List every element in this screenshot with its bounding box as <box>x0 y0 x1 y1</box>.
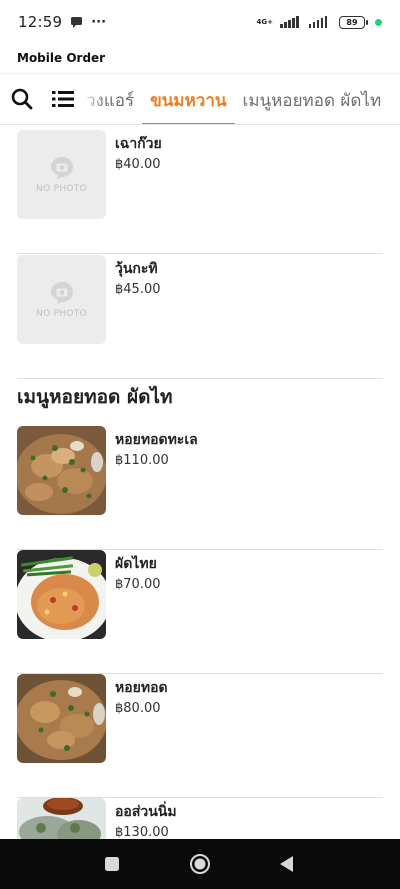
triangle-back-icon[interactable] <box>276 853 298 875</box>
item-name: ออส่วนนิ่ม <box>115 804 177 820</box>
item-price: ฿130.00 <box>115 825 169 839</box>
item-name: หอยทอด <box>115 680 168 696</box>
item-price: ฿80.00 <box>115 701 161 716</box>
circle-icon[interactable] <box>189 853 211 875</box>
battery-icon: 89 <box>339 15 368 29</box>
section-heading: เมนูหอยทอด ผัดไท <box>17 386 173 408</box>
network-type: 4G+ <box>256 17 273 26</box>
battery-level: 89 <box>346 17 358 27</box>
notification-dot <box>375 18 382 26</box>
food-photo <box>17 798 106 839</box>
signal-icon-2 <box>308 16 327 28</box>
system-nav-bar <box>0 839 400 889</box>
chat-bubble-icon <box>71 16 83 28</box>
food-photo <box>17 426 106 515</box>
category-tabs: วงแอร์ ขนมหวาน เมนูหอยทอด ผัดไท <box>78 74 390 124</box>
no-photo-placeholder: NO PHOTO <box>17 130 106 219</box>
camera-icon <box>50 156 73 179</box>
menu-item-card[interactable]: หอยทอดทะเล ฿110.00 <box>17 426 383 550</box>
menu-list[interactable]: NO PHOTO เฉาก๊วย ฿40.00 NO PHOTO วุ้นกะท… <box>0 126 400 839</box>
item-price: ฿40.00 <box>115 157 161 172</box>
menu-item-card[interactable]: ออส่วนนิ่ม ฿130.00 <box>17 798 383 839</box>
app-title: Mobile Order <box>17 51 106 65</box>
no-photo-label: NO PHOTO <box>36 183 87 194</box>
tab-fade <box>80 74 106 124</box>
status-more: ··· <box>91 14 107 30</box>
status-time: 12:59 <box>18 13 63 31</box>
food-photo <box>17 674 106 763</box>
item-name: วุ้นกะทิ <box>115 261 158 277</box>
tab-category-1[interactable]: ขนมหวาน <box>142 74 235 124</box>
category-tab-bar: วงแอร์ ขนมหวาน เมนูหอยทอด ผัดไท <box>0 73 400 125</box>
item-price: ฿70.00 <box>115 577 161 592</box>
food-photo <box>17 550 106 639</box>
item-price: ฿45.00 <box>115 282 161 297</box>
menu-item-card[interactable]: ผัดไทย ฿70.00 <box>17 550 383 674</box>
menu-item-card[interactable]: NO PHOTO เฉาก๊วย ฿40.00 <box>17 130 383 254</box>
item-price: ฿110.00 <box>115 453 169 468</box>
item-name: หอยทอดทะเล <box>115 432 198 448</box>
no-photo-placeholder: NO PHOTO <box>17 255 106 344</box>
square-icon[interactable] <box>101 853 123 875</box>
camera-icon <box>50 281 73 304</box>
menu-item-card[interactable]: NO PHOTO วุ้นกะทิ ฿45.00 <box>17 255 383 379</box>
item-name: ผัดไทย <box>115 556 157 572</box>
status-bar: 12:59 ··· 4G+ 89 <box>0 0 400 44</box>
app-header: Mobile Order <box>0 44 400 72</box>
list-menu-icon[interactable] <box>50 86 76 112</box>
item-name: เฉาก๊วย <box>115 136 162 152</box>
menu-item-card[interactable]: หอยทอด ฿80.00 <box>17 674 383 798</box>
tab-category-2[interactable]: เมนูหอยทอด ผัดไท <box>235 74 390 124</box>
signal-icon <box>280 16 299 28</box>
no-photo-label: NO PHOTO <box>36 308 87 319</box>
search-icon[interactable] <box>9 86 35 112</box>
